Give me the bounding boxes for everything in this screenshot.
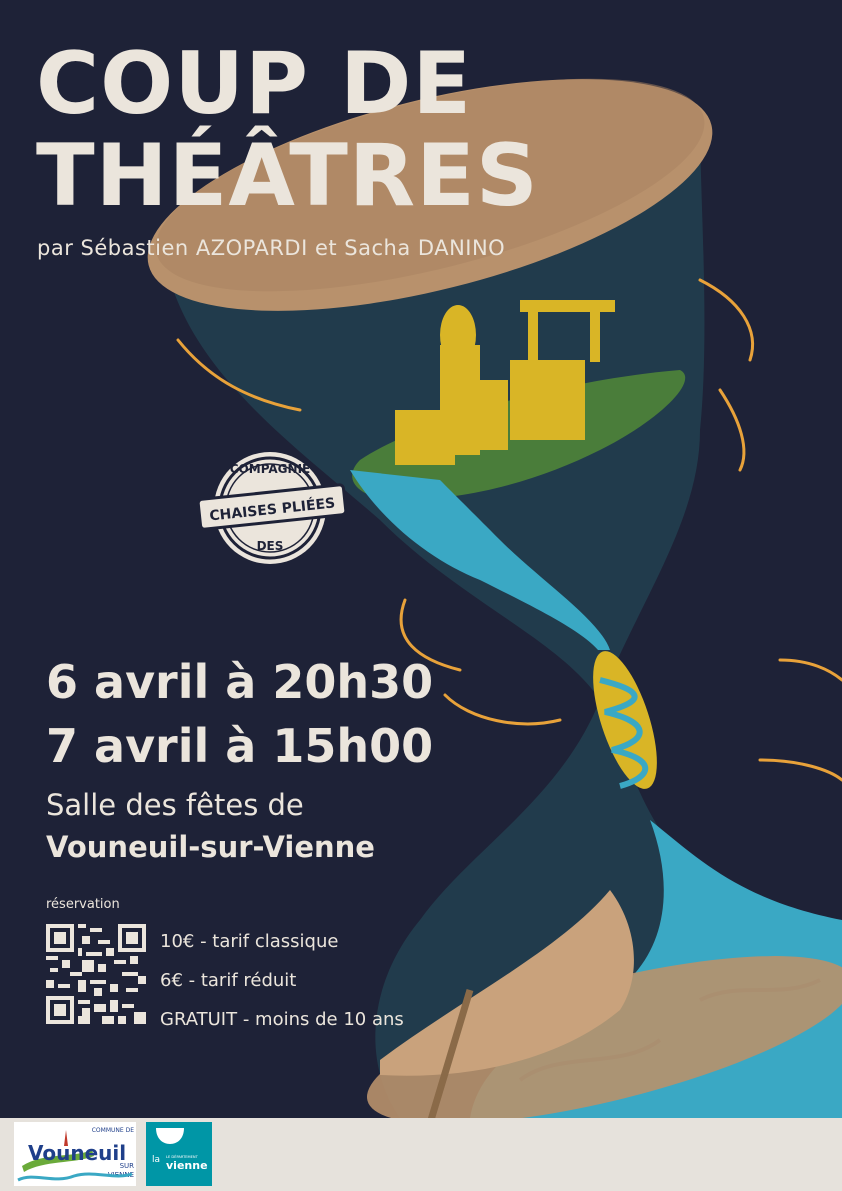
logo-la-text: la — [152, 1155, 160, 1165]
authors: par Sébastien AZOPARDI et Sacha DANINO — [37, 236, 506, 260]
vouneuil-logo[interactable]: COMMUNE DE Vouneuil SUR VIENNE — [14, 1122, 136, 1186]
venue-line-2: Vouneuil-sur-Vienne — [46, 830, 375, 864]
reservation-label: réservation — [46, 897, 120, 911]
stamp-bottom-text: DES — [257, 539, 284, 553]
price-item: 6€ - tarif réduit — [160, 970, 297, 991]
venue-line-1: Salle des fêtes de — [46, 788, 304, 822]
stamp-top-text: COMPAGNIE — [230, 462, 310, 476]
venue: Salle des fêtes de Vouneuil-sur-Vienne — [46, 784, 375, 868]
logo-vienne-text: vienne — [166, 1159, 208, 1172]
date-1: 6 avril à 20h30 — [46, 655, 434, 709]
vienne-department-logo[interactable]: la LE DÉPARTEMENT vienne — [146, 1122, 212, 1186]
price-item: 10€ - tarif classique — [160, 931, 339, 952]
performance-dates: 6 avril à 20h30 7 avril à 15h00 — [46, 650, 433, 778]
show-title: COUP DE THÉÂTRES — [36, 38, 539, 222]
company-stamp-logo: COMPAGNIE CHAISES PLIÉES DES — [197, 452, 347, 564]
price-item: GRATUIT - moins de 10 ans — [160, 1009, 404, 1030]
title-line-1: COUP DE — [36, 34, 473, 134]
logo-commune-text: COMMUNE DE — [92, 1127, 134, 1134]
logo-sub1-text: SUR — [120, 1162, 135, 1170]
poster: COUP DE THÉÂTRES par Sébastien AZOPARDI … — [0, 0, 842, 1191]
price-list: 10€ - tarif classique 6€ - tarif réduit … — [160, 922, 404, 1039]
logo-name-text: Vouneuil — [28, 1141, 126, 1165]
title-line-2: THÉÂTRES — [36, 126, 539, 226]
qr-code[interactable] — [46, 924, 146, 1024]
date-2: 7 avril à 15h00 — [46, 719, 434, 773]
